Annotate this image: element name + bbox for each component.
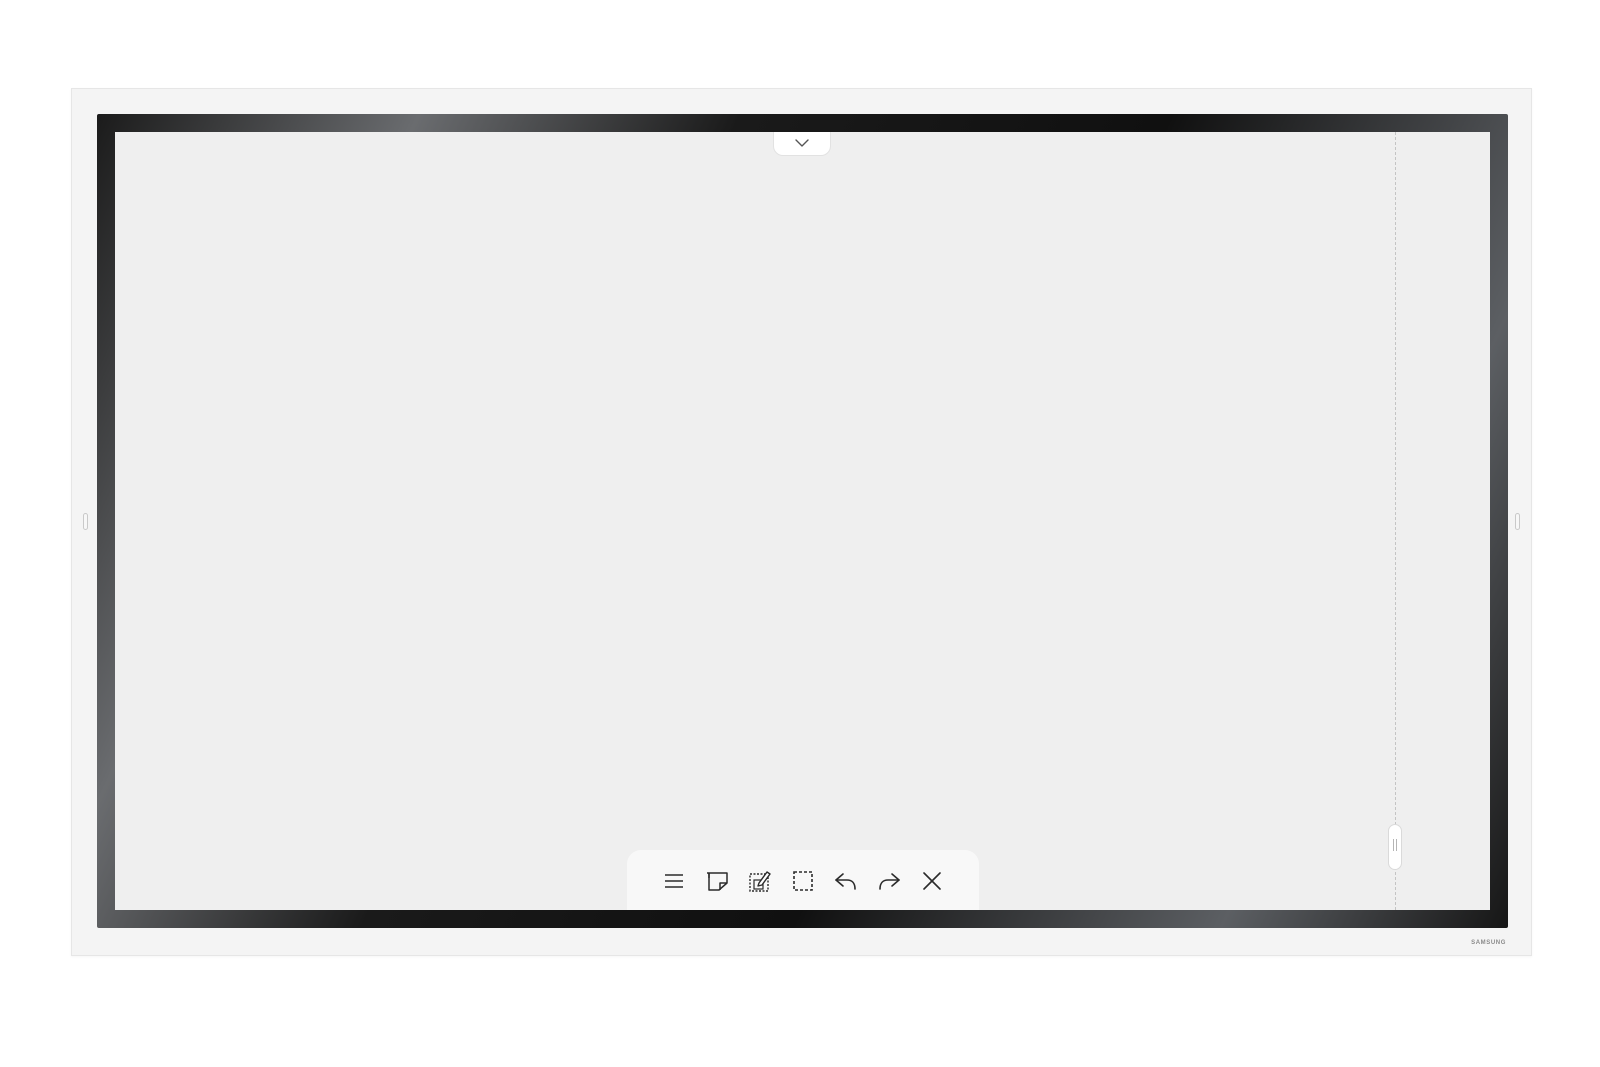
left-side-button — [83, 513, 88, 530]
whiteboard-canvas[interactable] — [115, 132, 1490, 910]
close-icon — [921, 870, 943, 892]
redo-icon — [877, 871, 901, 891]
bottom-toolbar — [627, 850, 979, 910]
right-side-button — [1515, 513, 1520, 530]
chevron-down-icon — [794, 135, 810, 153]
menu-button[interactable] — [661, 868, 687, 894]
page-divider-line — [1395, 132, 1396, 910]
grip-icon — [1392, 837, 1398, 858]
display-bezel — [97, 114, 1508, 928]
top-pull-tab[interactable] — [773, 132, 831, 156]
sticky-note-button[interactable] — [704, 868, 730, 894]
hamburger-menu-icon — [663, 871, 685, 891]
redo-button[interactable] — [876, 868, 902, 894]
flip-display-frame: SAMSUNG — [71, 88, 1532, 956]
undo-icon — [834, 871, 858, 891]
capture-edit-icon — [748, 869, 772, 893]
sticky-note-icon — [705, 870, 729, 892]
select-area-button[interactable] — [790, 868, 816, 894]
brand-logo: SAMSUNG — [1471, 940, 1506, 946]
close-button[interactable] — [919, 868, 945, 894]
dashed-select-icon — [792, 870, 814, 892]
undo-button[interactable] — [833, 868, 859, 894]
page-scroll-handle[interactable] — [1388, 824, 1402, 870]
capture-edit-button[interactable] — [747, 868, 773, 894]
